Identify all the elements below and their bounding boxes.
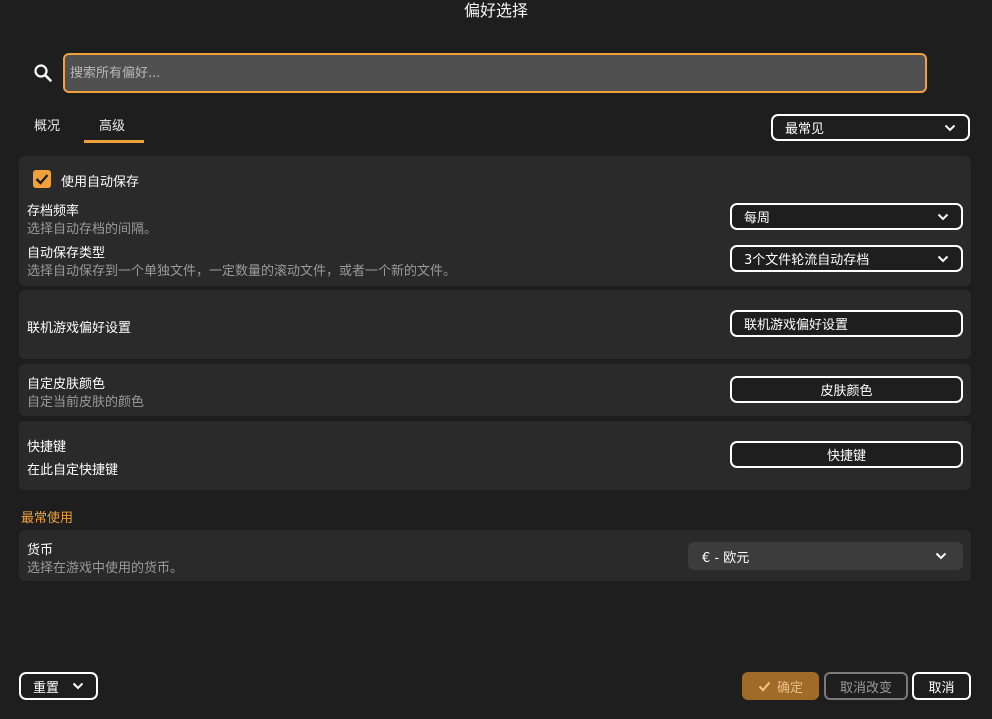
cancel-button[interactable]: 取消	[912, 672, 971, 700]
multiplayer-settings-button[interactable]: 联机游戏偏好设置	[730, 310, 963, 337]
autosave-frequency-value: 每周	[744, 211, 771, 226]
tab-overview[interactable]: 概况	[34, 115, 60, 134]
window-title: 偏好选择	[463, 1, 528, 20]
filter-dropdown[interactable]: 最常见	[771, 114, 970, 141]
autosave-checkbox-label: 使用自动保存	[61, 175, 140, 190]
autosave-type-value: 3个文件轮流自动存档	[744, 253, 870, 268]
reset-dropdown-button[interactable]: 重置	[19, 672, 98, 700]
search-input[interactable]	[65, 55, 925, 91]
search-icon	[34, 64, 52, 82]
hotkeys-description: 在此自定快捷键	[27, 463, 119, 478]
tab-advanced[interactable]: 高级	[99, 115, 125, 134]
ok-label: 确定	[776, 680, 803, 696]
checkmark-icon	[35, 174, 49, 185]
hotkeys-button[interactable]: 快捷键	[730, 441, 963, 468]
chevron-down-icon	[935, 552, 947, 560]
multiplayer-title: 联机游戏偏好设置	[27, 321, 132, 336]
currency-description: 选择在游戏中使用的货币。	[27, 561, 184, 576]
currency-value: € - 欧元	[702, 550, 750, 566]
chevron-down-icon	[944, 124, 956, 131]
filter-dropdown-value: 最常见	[785, 122, 825, 137]
skin-color-button[interactable]: 皮肤颜色	[730, 376, 963, 403]
search-box	[63, 53, 927, 93]
currency-dropdown[interactable]: € - 欧元	[688, 542, 963, 570]
autosave-type-dropdown[interactable]: 3个文件轮流自动存档	[730, 245, 963, 272]
skin-title: 自定皮肤颜色	[27, 377, 106, 392]
autosave-type-title: 自动保存类型	[27, 246, 106, 261]
autosave-type-description: 选择自动保存到一个单独文件，一定数量的滚动文件，或者一个新的文件。	[27, 264, 457, 279]
skin-description: 自定当前皮肤的颜色	[27, 395, 145, 410]
checkmark-icon	[758, 681, 771, 692]
reset-label: 重置	[33, 680, 60, 696]
ok-button[interactable]: 确定	[742, 672, 819, 700]
autosave-frequency-description: 选择自动存档的间隔。	[27, 222, 158, 237]
most-used-heading: 最常使用	[21, 511, 74, 526]
chevron-down-icon	[72, 682, 84, 690]
chevron-down-icon	[937, 255, 949, 262]
chevron-down-icon	[937, 213, 949, 220]
autosave-frequency-dropdown[interactable]: 每周	[730, 203, 963, 230]
currency-title: 货币	[27, 543, 54, 558]
autosave-checkbox[interactable]	[33, 170, 51, 188]
active-tab-indicator	[84, 140, 144, 143]
autosave-frequency-title: 存档频率	[27, 204, 80, 219]
hotkeys-title: 快捷键	[27, 440, 67, 455]
revert-changes-button[interactable]: 取消改变	[824, 672, 908, 700]
